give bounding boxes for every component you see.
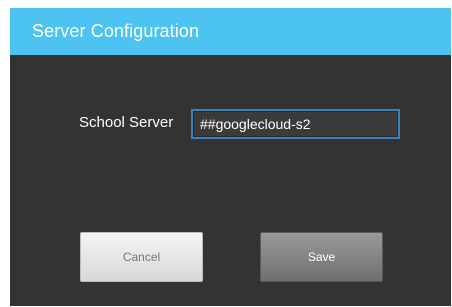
save-button[interactable]: Save bbox=[260, 232, 383, 282]
title-bar: Server Configuration bbox=[10, 8, 451, 55]
school-server-input[interactable] bbox=[191, 109, 400, 139]
school-server-label: School Server bbox=[79, 114, 174, 131]
dialog-title: Server Configuration bbox=[32, 21, 200, 41]
server-configuration-dialog: Server Configuration School Server Cance… bbox=[10, 8, 451, 306]
cancel-button[interactable]: Cancel bbox=[80, 232, 203, 282]
